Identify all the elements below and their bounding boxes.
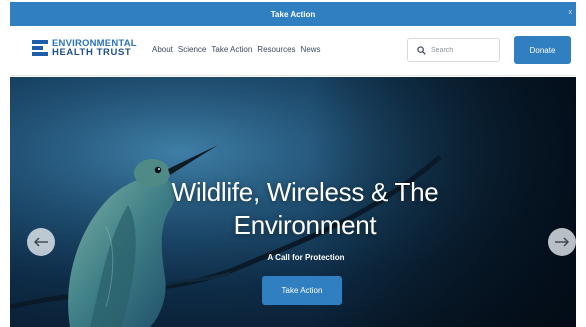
arrow-right-icon <box>555 237 569 247</box>
browser-frame: Take Action x ENVIRONMENTAL HEALTH TRUST… <box>10 0 576 327</box>
arrow-left-icon <box>34 237 48 247</box>
hero-slider: Wildlife, Wireless & The Environment A C… <box>10 77 576 327</box>
banner-close-icon[interactable]: x <box>569 9 573 16</box>
nav-item-science[interactable]: Science <box>178 45 206 54</box>
donate-button[interactable]: Donate <box>514 36 571 64</box>
site-logo[interactable]: ENVIRONMENTAL HEALTH TRUST <box>32 39 137 57</box>
search-box[interactable] <box>407 38 500 62</box>
site-header: ENVIRONMENTAL HEALTH TRUST About Science… <box>10 26 576 76</box>
slider-prev-button[interactable] <box>27 228 55 256</box>
main-nav: About Science Take Action Resources News <box>152 45 321 54</box>
logo-line-2: HEALTH TRUST <box>52 47 132 58</box>
logo-text: ENVIRONMENTAL HEALTH TRUST <box>52 39 137 58</box>
search-input[interactable] <box>431 46 491 54</box>
slider-next-button[interactable] <box>548 228 576 256</box>
nav-item-about[interactable]: About <box>152 45 173 54</box>
hero-subtitle: A Call for Protection <box>267 253 345 262</box>
banner-label[interactable]: Take Action <box>271 10 315 19</box>
logo-mark-icon <box>32 40 48 56</box>
take-action-banner[interactable]: Take Action x <box>10 2 576 26</box>
nav-item-resources[interactable]: Resources <box>257 45 295 54</box>
hero-title: Wildlife, Wireless & The Environment <box>171 177 439 240</box>
nav-item-take-action[interactable]: Take Action <box>211 45 252 54</box>
search-icon <box>417 45 426 55</box>
nav-item-news[interactable]: News <box>301 45 321 54</box>
hero-take-action-button[interactable]: Take Action <box>262 276 342 305</box>
